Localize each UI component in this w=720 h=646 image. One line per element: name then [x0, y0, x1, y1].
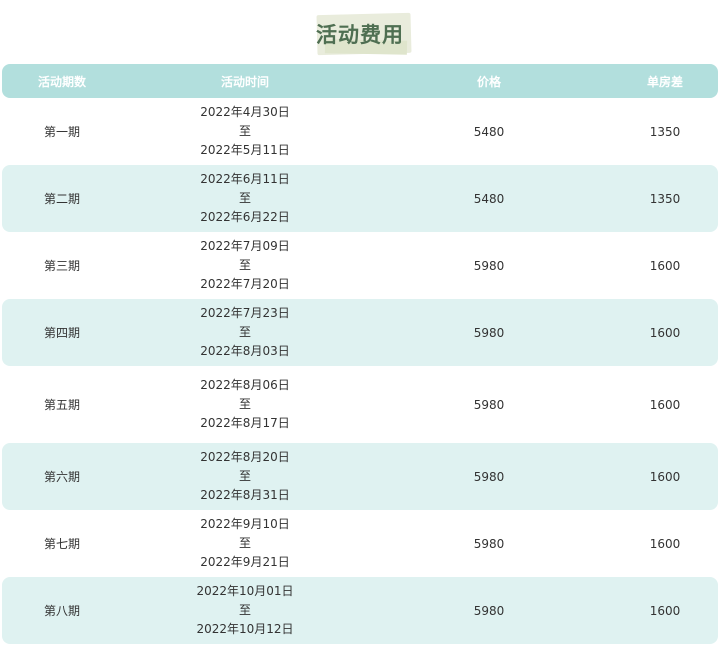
end-date: 2022年8月31日: [200, 488, 290, 502]
time-cell: 2022年8月06日 至 2022年8月17日: [145, 376, 345, 433]
time-cell: 2022年7月09日 至 2022年7月20日: [145, 237, 345, 294]
period-cell: 第八期: [43, 604, 80, 618]
period-cell: 第三期: [43, 259, 80, 273]
time-cell: 2022年9月10日 至 2022年9月21日: [145, 515, 345, 572]
header-single-supplement: 单房差: [646, 74, 683, 89]
date-separator: 至: [238, 536, 251, 550]
date-separator: 至: [238, 258, 251, 272]
price-cell: 5480: [473, 124, 505, 139]
period-cell: 第六期: [43, 470, 80, 484]
date-separator: 至: [238, 397, 251, 411]
price-cell: 5980: [473, 258, 505, 273]
start-date: 2022年6月11日: [200, 172, 290, 186]
date-separator: 至: [238, 124, 251, 138]
price-cell: 5980: [473, 397, 505, 412]
time-cell: 2022年4月30日 至 2022年5月11日: [145, 103, 345, 160]
period-cell: 第二期: [43, 192, 80, 206]
table-header-row: 活动期数 活动时间 价格 单房差: [2, 64, 718, 98]
time-cell: 2022年8月20日 至 2022年8月31日: [145, 448, 345, 505]
table-row: 第三期 2022年7月09日 至 2022年7月20日 5980 1600: [2, 232, 718, 299]
start-date: 2022年8月20日: [200, 450, 290, 464]
table-row: 第七期 2022年9月10日 至 2022年9月21日 5980 1600: [2, 510, 718, 577]
start-date: 2022年7月09日: [200, 239, 290, 253]
header-time: 活动时间: [220, 74, 269, 89]
time-cell: 2022年7月23日 至 2022年8月03日: [145, 304, 345, 361]
end-date: 2022年6月22日: [200, 210, 290, 224]
date-separator: 至: [238, 191, 251, 205]
end-date: 2022年8月17日: [200, 416, 290, 430]
table-row: 第四期 2022年7月23日 至 2022年8月03日 5980 1600: [2, 299, 718, 366]
period-cell: 第一期: [43, 125, 80, 139]
single-supplement-cell: 1350: [649, 191, 681, 206]
date-separator: 至: [238, 469, 251, 483]
start-date: 2022年8月06日: [200, 378, 290, 392]
time-cell: 2022年6月11日 至 2022年6月22日: [145, 170, 345, 227]
date-separator: 至: [238, 325, 251, 339]
start-date: 2022年10月01日: [196, 584, 294, 598]
single-supplement-cell: 1600: [649, 258, 681, 273]
single-supplement-cell: 1600: [649, 397, 681, 412]
table-row: 第一期 2022年4月30日 至 2022年5月11日 5480 1350: [2, 98, 718, 165]
price-cell: 5980: [473, 325, 505, 340]
price-cell: 5980: [473, 603, 505, 618]
page-title: 活动费用: [316, 23, 404, 47]
single-supplement-cell: 1600: [649, 603, 681, 618]
header-price: 价格: [476, 74, 501, 89]
price-cell: 5980: [473, 536, 505, 551]
end-date: 2022年7月20日: [200, 277, 290, 291]
period-cell: 第五期: [43, 398, 80, 412]
single-supplement-cell: 1350: [649, 124, 681, 139]
date-separator: 至: [238, 603, 251, 617]
period-cell: 第四期: [43, 326, 80, 340]
price-cell: 5980: [473, 469, 505, 484]
title-area: 活动费用: [0, 10, 720, 56]
start-date: 2022年4月30日: [200, 105, 290, 119]
start-date: 2022年9月10日: [200, 517, 290, 531]
end-date: 2022年10月12日: [196, 622, 294, 636]
table-row: 第二期 2022年6月11日 至 2022年6月22日 5480 1350: [2, 165, 718, 232]
end-date: 2022年5月11日: [200, 143, 290, 157]
single-supplement-cell: 1600: [649, 325, 681, 340]
time-cell: 2022年10月01日 至 2022年10月12日: [145, 582, 345, 639]
fee-table: 活动期数 活动时间 价格 单房差 第一期 2022年4月30日 至 2022年5…: [2, 64, 718, 644]
price-cell: 5480: [473, 191, 505, 206]
header-period: 活动期数: [37, 74, 86, 89]
table-row: 第八期 2022年10月01日 至 2022年10月12日 5980 1600: [2, 577, 718, 644]
end-date: 2022年9月21日: [200, 555, 290, 569]
end-date: 2022年8月03日: [200, 344, 290, 358]
start-date: 2022年7月23日: [200, 306, 290, 320]
period-cell: 第七期: [43, 537, 80, 551]
table-row: 第五期 2022年8月06日 至 2022年8月17日 5980 1600: [2, 366, 718, 443]
single-supplement-cell: 1600: [649, 469, 681, 484]
single-supplement-cell: 1600: [649, 536, 681, 551]
table-row: 第六期 2022年8月20日 至 2022年8月31日 5980 1600: [2, 443, 718, 510]
